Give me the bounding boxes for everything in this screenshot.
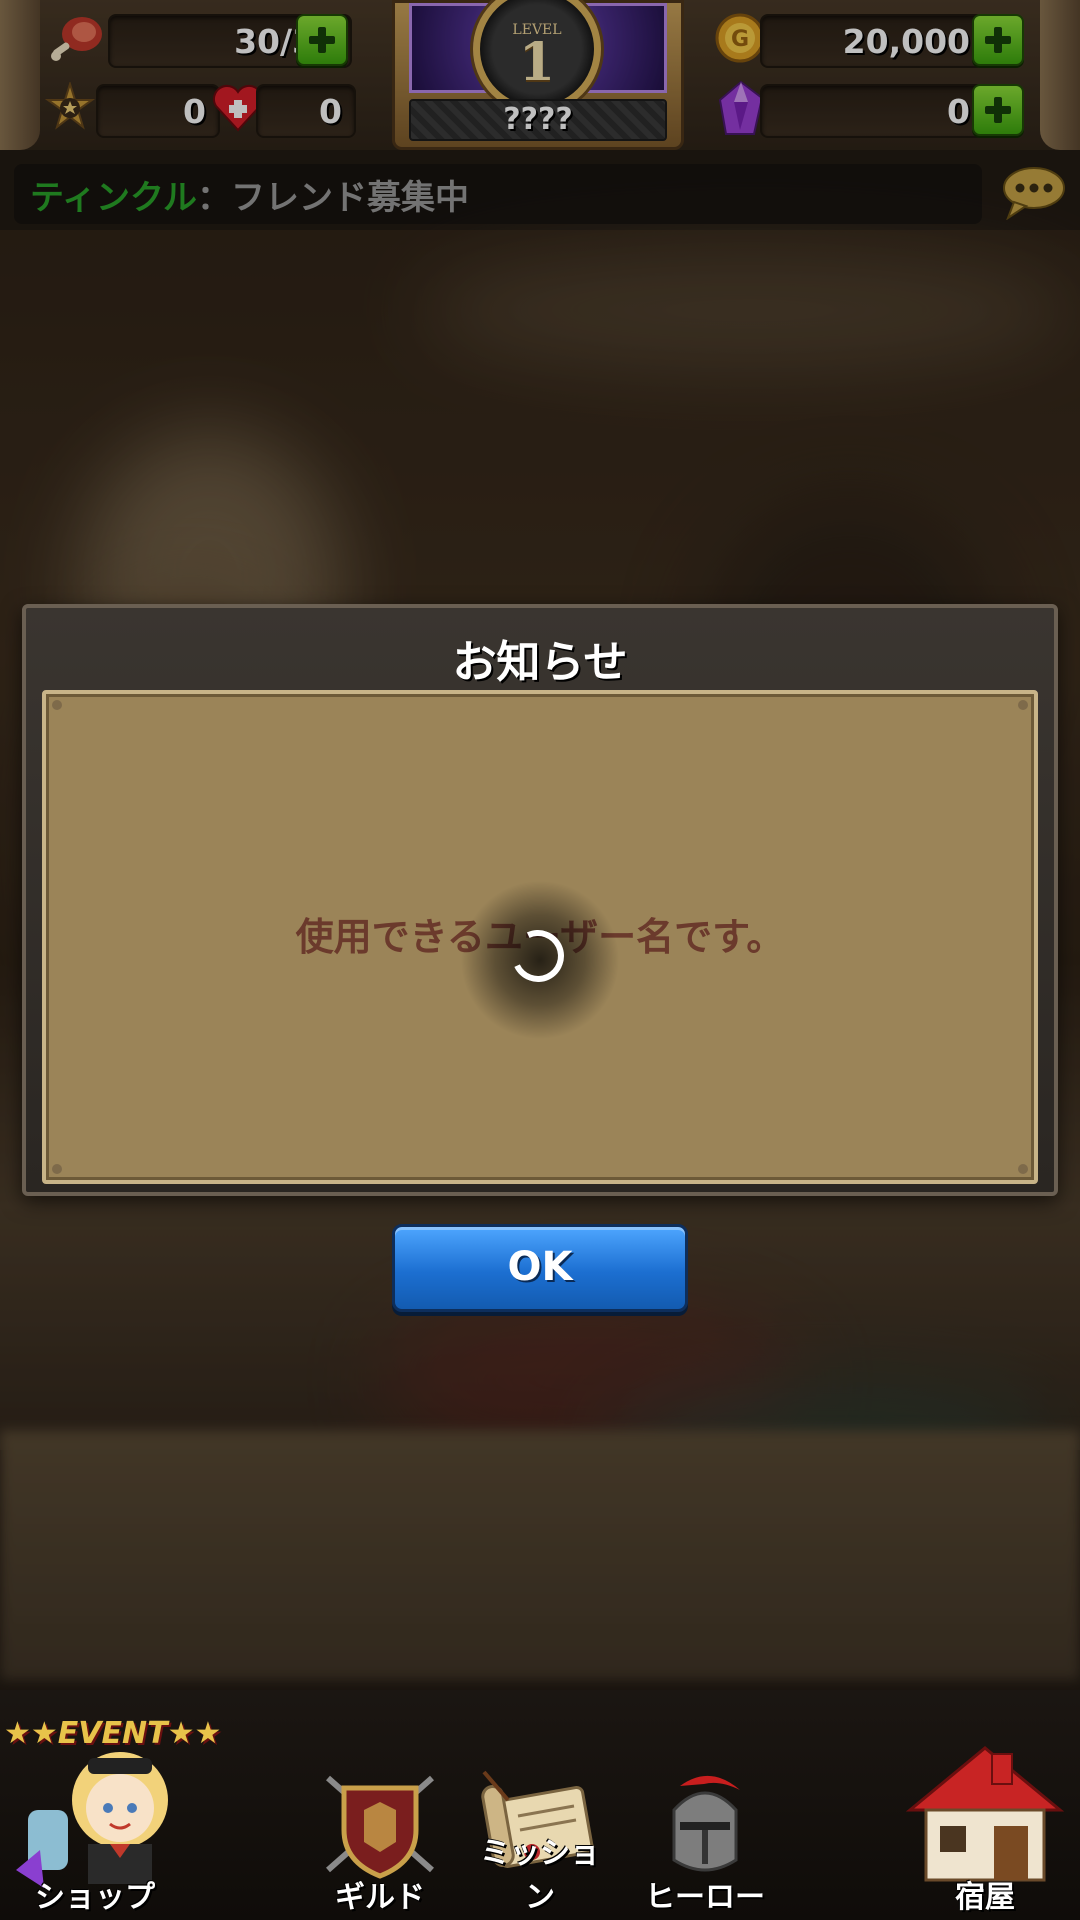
nav-hero-label: ヒーロー: [645, 1880, 765, 1915]
dialog-title: お知らせ: [452, 637, 628, 688]
nav-shop[interactable]: ショップ: [0, 1740, 190, 1920]
nav-hero[interactable]: ヒーロー: [640, 1770, 770, 1920]
shop-maid-icon: [16, 1752, 168, 1888]
hero-helmet-icon: [672, 1775, 740, 1872]
ok-button-label: OK: [507, 1244, 573, 1290]
nav-mission-label: ミッション: [480, 1836, 600, 1915]
nav-mission[interactable]: ミッション: [470, 1770, 610, 1920]
nav-inn-label: 宿屋: [955, 1880, 1015, 1915]
guild-shield-icon: [326, 1775, 434, 1879]
nav-guild[interactable]: ギルド: [310, 1770, 450, 1920]
nav-inn[interactable]: 宿屋: [900, 1740, 1070, 1920]
nav-guild-label: ギルド: [335, 1880, 425, 1915]
nav-shop-label: ショップ: [35, 1880, 155, 1915]
ok-button[interactable]: OK: [392, 1224, 688, 1312]
inn-house-icon: [905, 1746, 1065, 1882]
